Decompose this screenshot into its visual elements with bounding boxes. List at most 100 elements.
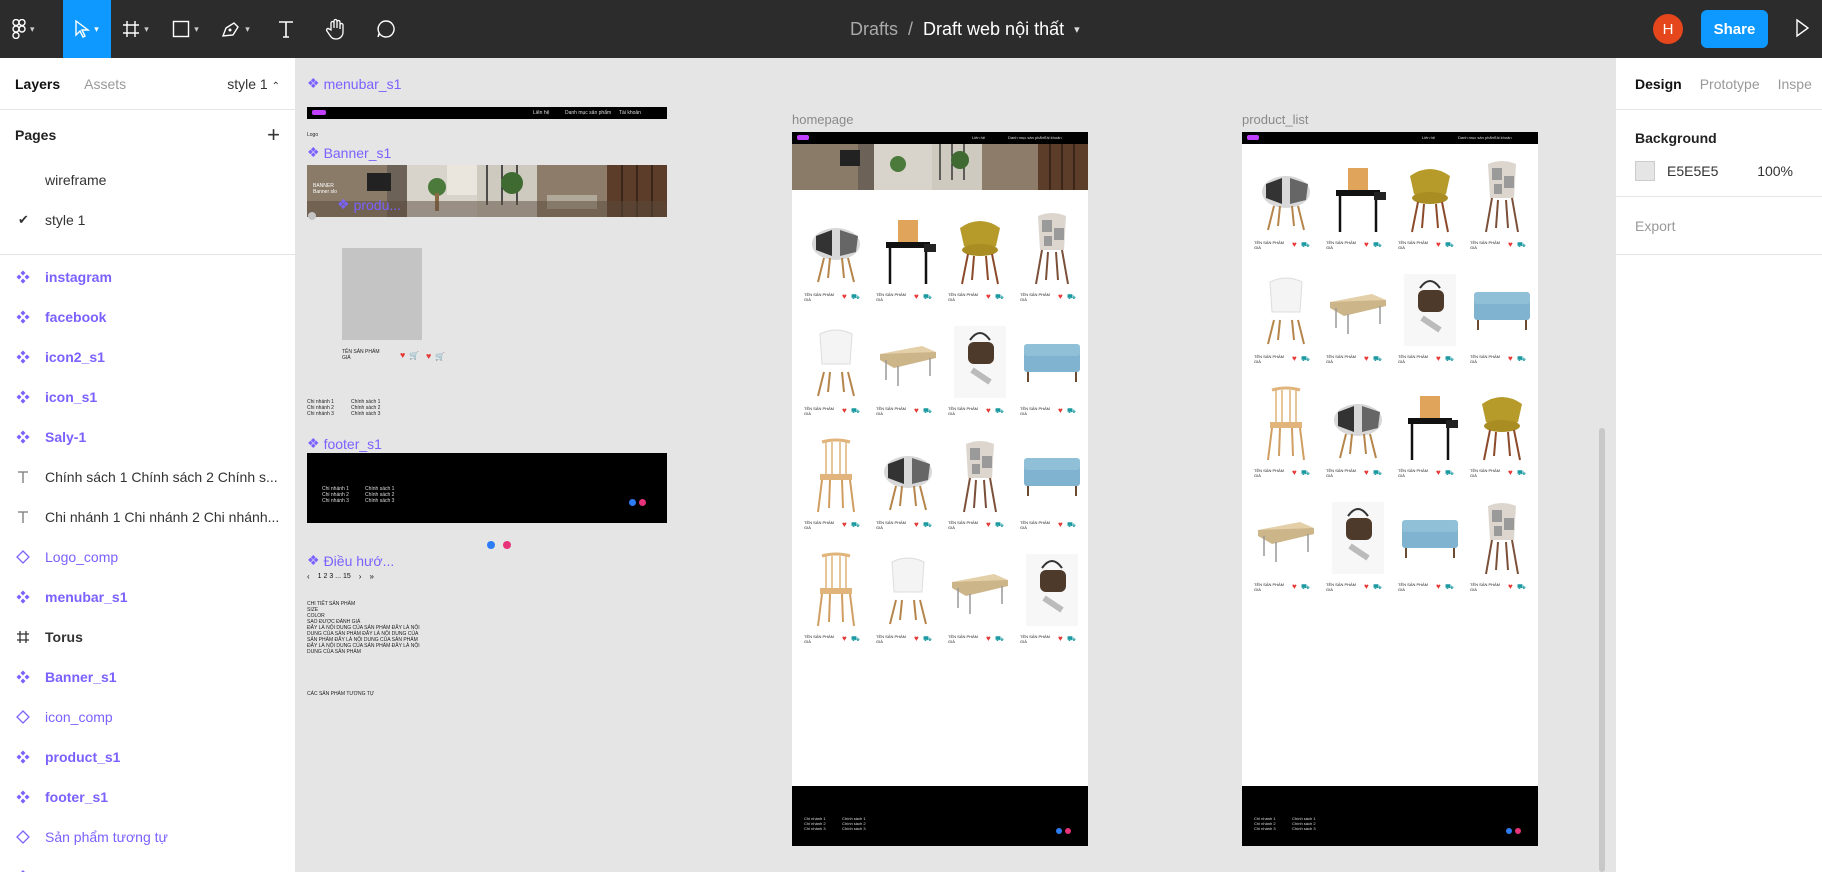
heart-icon[interactable]: ♥ — [986, 406, 991, 415]
product-card[interactable] — [1396, 268, 1464, 348]
comment-tool-button[interactable] — [361, 0, 411, 58]
move-tool-button[interactable]: ▾ — [62, 0, 111, 58]
cart-icon[interactable]: ⛟ — [1373, 355, 1382, 364]
double-chevron-right-icon[interactable]: » — [369, 572, 373, 581]
cart-icon[interactable]: 🛒 — [435, 352, 445, 361]
heart-icon[interactable]: ♥ — [1436, 468, 1441, 477]
heart-icon[interactable]: ♥ — [1436, 582, 1441, 591]
layer-item[interactable]: icon_s1 — [0, 377, 295, 417]
page-item-style-1[interactable]: ✔ style 1 — [0, 200, 295, 240]
product-list-frame[interactable]: Liên hệ Danh mục sản phẩm Tài khoản TÊN SẢN… — [1242, 132, 1538, 846]
heart-icon[interactable]: ♥ — [914, 292, 919, 301]
layer-item[interactable]: Saly-1 — [0, 417, 295, 457]
heart-icon[interactable]: ♥ — [1292, 240, 1297, 249]
tab-inspect[interactable]: Inspe — [1778, 76, 1812, 92]
cart-icon[interactable]: ⛟ — [851, 293, 860, 302]
heart-icon[interactable]: ♥ — [1058, 634, 1063, 643]
footer-component[interactable]: Chi nhánh 1 Chi nhánh 2 Chi nhánh 3 Chín… — [307, 453, 667, 523]
product-card[interactable] — [1018, 320, 1086, 400]
layer-item[interactable]: detail product — [0, 857, 295, 872]
menu-item[interactable]: Liên hệ — [972, 135, 985, 141]
tab-assets[interactable]: Assets — [84, 76, 126, 92]
cart-icon[interactable]: ⛟ — [1517, 469, 1526, 478]
cart-icon[interactable]: ⛟ — [851, 521, 860, 530]
tab-layers[interactable]: Layers — [15, 76, 60, 92]
product-card[interactable] — [1018, 548, 1086, 628]
product-card[interactable] — [946, 320, 1014, 400]
cart-icon[interactable]: ⛟ — [1067, 293, 1076, 302]
layer-item[interactable]: Torus — [0, 617, 295, 657]
export-section[interactable]: Export — [1616, 197, 1822, 255]
product-card[interactable] — [1396, 382, 1464, 462]
cart-icon[interactable]: ⛟ — [1301, 583, 1310, 592]
cart-icon[interactable]: ⛟ — [995, 407, 1004, 416]
facebook-icon[interactable] — [629, 499, 636, 506]
product-card[interactable] — [1324, 268, 1392, 348]
instagram-icon[interactable] — [639, 499, 646, 506]
cart-icon[interactable]: ⛟ — [1445, 355, 1454, 364]
heart-icon[interactable]: ♥ — [842, 520, 847, 529]
menubar-component[interactable]: Liên hệ Danh mục sản phẩm Tài khoản — [307, 107, 667, 119]
cart-icon[interactable]: ⛟ — [1067, 521, 1076, 530]
footer[interactable]: Chi nhánh 1 Chi nhánh 2 Chi nhánh 3 Chính… — [792, 786, 1088, 846]
cart-icon[interactable]: 🛒 — [409, 351, 419, 360]
cart-icon[interactable]: ⛟ — [851, 635, 860, 644]
heart-icon[interactable]: ♥ — [1508, 468, 1513, 477]
product-card[interactable] — [802, 434, 870, 514]
pagination-pages[interactable]: 1 2 3 ... 15 — [318, 573, 351, 580]
cart-icon[interactable]: ⛟ — [923, 635, 932, 644]
heart-icon[interactable]: ♥ — [914, 634, 919, 643]
menu-item[interactable]: Liên hệ — [1422, 135, 1435, 141]
cart-icon[interactable]: ⛟ — [1517, 241, 1526, 250]
cart-icon[interactable]: ⛟ — [923, 293, 932, 302]
layer-item[interactable]: Chi nhánh 1 Chi nhánh 2 Chi nhánh... — [0, 497, 295, 537]
present-play-icon[interactable] — [1795, 18, 1810, 41]
heart-icon[interactable]: ♥ — [1508, 240, 1513, 249]
heart-icon[interactable]: ♥ — [1364, 582, 1369, 591]
nav-component-label[interactable]: ❖ Điều hướ... — [307, 552, 394, 569]
tab-design[interactable]: Design — [1635, 76, 1682, 92]
heart-icon[interactable]: ♥ — [914, 520, 919, 529]
file-name[interactable]: Draft web nội thất — [923, 19, 1064, 40]
product-card[interactable] — [874, 548, 942, 628]
menubar[interactable]: Liên hệ Danh mục sản phẩm Tài khoản — [792, 132, 1088, 144]
pen-tool-button[interactable]: ▾ — [211, 0, 261, 58]
product-card[interactable] — [1018, 434, 1086, 514]
cart-icon[interactable]: ⛟ — [1067, 635, 1076, 644]
heart-icon[interactable]: ♥ — [1292, 354, 1297, 363]
layer-item[interactable]: icon_comp — [0, 697, 295, 737]
chevron-right-icon[interactable]: › — [359, 572, 362, 581]
banner-component-label[interactable]: ❖ Banner_s1 — [307, 144, 391, 161]
product-card[interactable] — [1468, 382, 1536, 462]
instagram-icon[interactable] — [503, 541, 511, 549]
layer-item[interactable]: icon2_s1 — [0, 337, 295, 377]
menu-item[interactable]: Danh mục sản phẩm — [1008, 135, 1045, 141]
menu-item[interactable]: Tài khoản — [1044, 135, 1062, 141]
banner[interactable] — [792, 144, 1088, 190]
facebook-icon[interactable] — [1056, 828, 1062, 834]
product-card[interactable] — [1468, 268, 1536, 348]
product-card[interactable] — [1396, 496, 1464, 576]
cart-icon[interactable]: ⛟ — [1445, 583, 1454, 592]
homepage-frame-label[interactable]: homepage — [792, 112, 853, 127]
menubar-component-label[interactable]: ❖ menubar_s1 — [307, 75, 401, 92]
product-component-label[interactable]: ❖ produ... — [337, 196, 401, 213]
heart-icon[interactable]: ♥ — [1058, 406, 1063, 415]
product-card[interactable] — [802, 320, 870, 400]
layer-item[interactable]: product_s1 — [0, 737, 295, 777]
product-card[interactable] — [1396, 154, 1464, 234]
background-hex-input[interactable]: E5E5E5 — [1667, 163, 1718, 179]
background-color-swatch[interactable] — [1635, 161, 1655, 181]
product-card[interactable] — [1252, 268, 1320, 348]
heart-icon[interactable]: ♥ — [1436, 354, 1441, 363]
product-card[interactable] — [802, 206, 870, 286]
heart-icon[interactable]: ♥ — [400, 350, 405, 360]
cart-icon[interactable]: ⛟ — [1301, 241, 1310, 250]
product-card[interactable] — [946, 434, 1014, 514]
product-card[interactable] — [874, 434, 942, 514]
product-placeholder-image[interactable] — [342, 248, 422, 340]
heart-icon[interactable]: ♥ — [1364, 354, 1369, 363]
product-card[interactable] — [1324, 154, 1392, 234]
background-opacity-input[interactable]: 100% — [1757, 163, 1793, 179]
product-list-frame-label[interactable]: product_list — [1242, 112, 1308, 127]
